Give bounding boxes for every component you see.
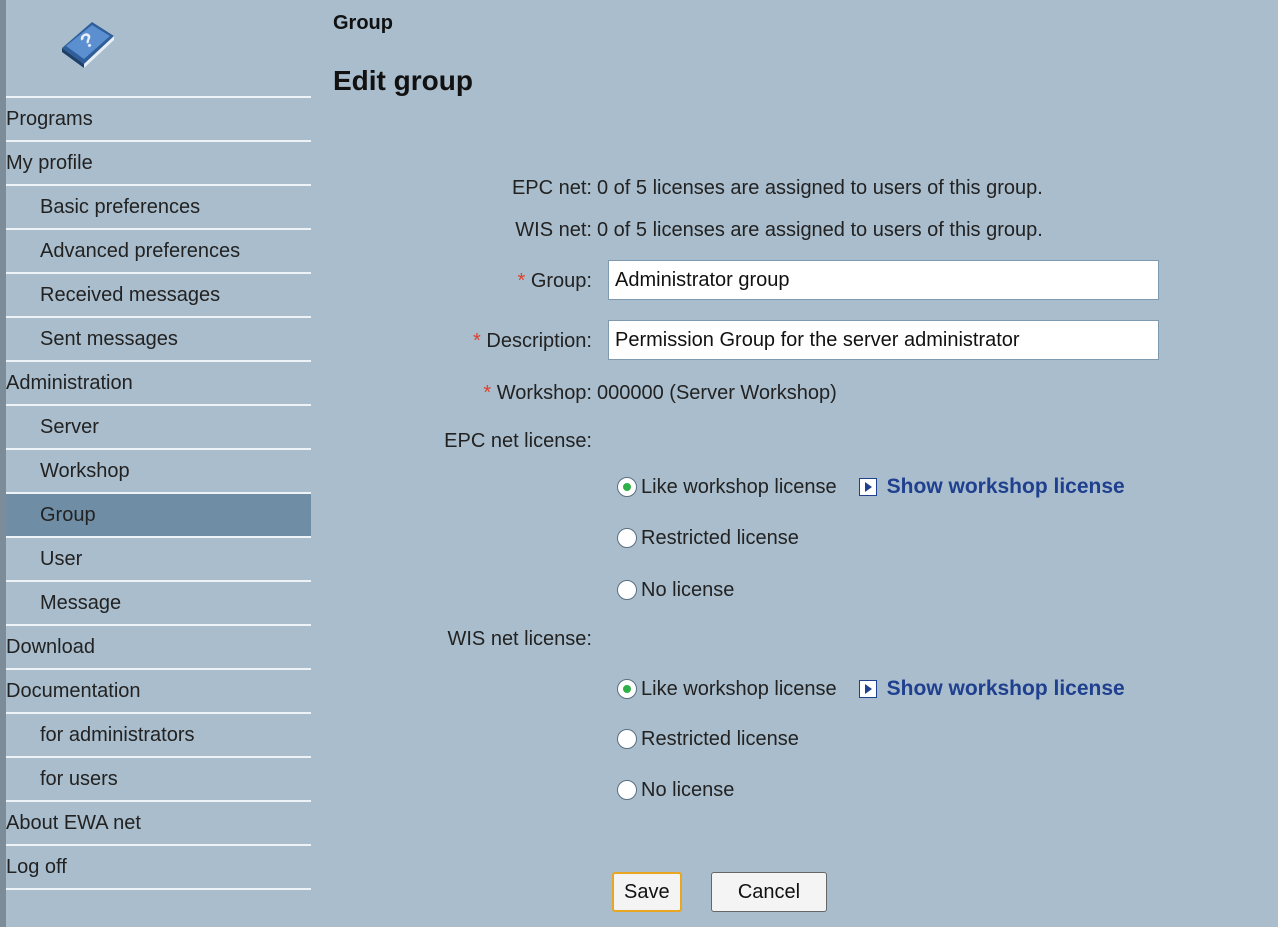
wis-license-label: WIS net license: [447,628,592,650]
workshop-label: * Workshop: [483,382,592,405]
save-button[interactable]: Save [612,872,682,912]
sidebar-item-sent-messages[interactable]: Sent messages [6,318,311,362]
sidebar-item-received-messages[interactable]: Received messages [6,274,311,318]
epc-restricted-radio[interactable] [617,528,637,548]
epc-like-workshop-radio[interactable] [617,477,637,497]
sidebar-nav: Programs My profile Basic preferences Advan… [6,96,311,890]
sidebar-item-user[interactable]: User [6,538,311,582]
cancel-button[interactable]: Cancel [711,872,827,912]
epc-license-label: EPC net license: [444,430,592,452]
group-label-text: Group: [530,270,592,292]
workshop-label-text: Workshop: [496,382,592,404]
wis-restricted-radio[interactable] [617,729,637,749]
sidebar-item-administration[interactable]: Administration [6,362,311,406]
sidebar-item-about-ewa-net[interactable]: About EWA net [6,802,311,846]
wis-show-workshop-license-link[interactable]: Show workshop license [858,677,1125,701]
epc-net-label: EPC net: [511,177,592,199]
show-workshop-license-text[interactable]: Show workshop license [887,475,1125,499]
epc-like-workshop-label: Like workshop license [641,475,837,498]
description-input[interactable] [608,320,1159,360]
required-marker: * [483,382,492,404]
epc-no-license-option[interactable]: No license [617,575,734,605]
required-marker: * [473,330,481,352]
play-arrow-icon [858,680,877,698]
show-workshop-license-text[interactable]: Show workshop license [887,677,1125,701]
sidebar-item-message[interactable]: Message [6,582,311,626]
epc-show-workshop-license-link[interactable]: Show workshop license [858,475,1125,499]
sidebar-item-for-administrators[interactable]: for administrators [6,714,311,758]
group-name-input[interactable] [608,260,1159,300]
sidebar-item-server[interactable]: Server [6,406,311,450]
sidebar-item-basic-preferences[interactable]: Basic preferences [6,186,311,230]
wis-net-value: 0 of 5 licenses are assigned to users of… [597,219,1043,241]
wis-no-license-option[interactable]: No license [617,775,734,805]
wis-restricted-label: Restricted license [641,727,799,750]
required-marker: * [517,270,526,292]
description-label-text: Description: [486,330,592,352]
breadcrumb: Group [333,12,393,34]
sidebar-item-my-profile[interactable]: My profile [6,142,311,186]
group-label: * Group: [517,270,592,293]
description-label: * Description: [473,330,592,353]
wis-like-workshop-option[interactable]: Like workshop license Show workshop lice… [617,674,1125,704]
sidebar-item-workshop[interactable]: Workshop [6,450,311,494]
play-arrow-icon [858,478,877,496]
sidebar-item-group[interactable]: Group [6,494,311,538]
sidebar-item-advanced-preferences[interactable]: Advanced preferences [6,230,311,274]
epc-like-workshop-option[interactable]: Like workshop license Show workshop lice… [617,472,1125,502]
epc-no-license-label: No license [641,578,735,601]
sidebar: ? Programs My profile Basic preferences Adv… [6,0,311,927]
wis-no-license-label: No license [641,778,735,801]
epc-net-value: 0 of 5 licenses are assigned to users of… [597,177,1043,199]
workshop-value: 000000 (Server Workshop) [597,382,837,404]
help-book-icon[interactable]: ? [56,14,120,70]
epc-no-license-radio[interactable] [617,580,637,600]
sidebar-item-for-users[interactable]: for users [6,758,311,802]
sidebar-item-download[interactable]: Download [6,626,311,670]
epc-restricted-option[interactable]: Restricted license [617,523,799,553]
sidebar-item-log-off[interactable]: Log off [6,846,311,890]
sidebar-item-programs[interactable]: Programs [6,98,311,142]
wis-like-workshop-radio[interactable] [617,679,637,699]
epc-restricted-label: Restricted license [641,526,799,549]
page-title: Edit group [333,65,473,96]
sidebar-item-documentation[interactable]: Documentation [6,670,311,714]
wis-like-workshop-label: Like workshop license [641,677,837,700]
wis-restricted-option[interactable]: Restricted license [617,724,799,754]
wis-no-license-radio[interactable] [617,780,637,800]
wis-net-label: WIS net: [515,219,592,241]
